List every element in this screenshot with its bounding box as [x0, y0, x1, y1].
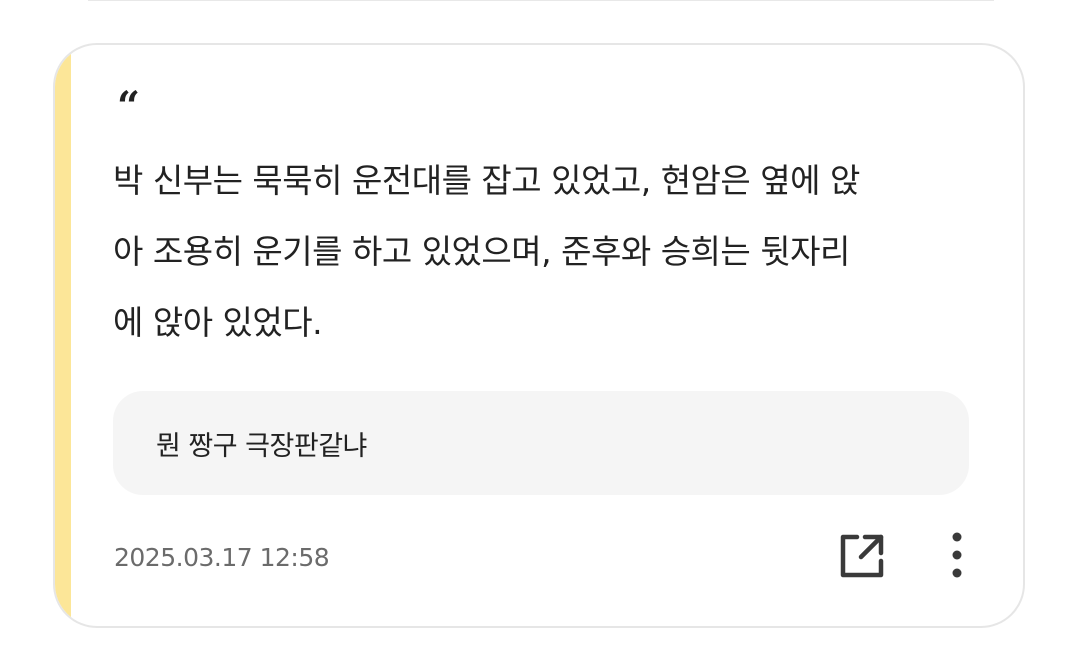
quote-text: 박 신부는 묵묵히 운전대를 잡고 있었고, 현암은 옆에 앉 아 조용히 운기… — [113, 145, 993, 358]
comment-box: 뭔 짱구 극장판같냐 — [113, 391, 969, 495]
more-button[interactable] — [937, 529, 977, 583]
more-vertical-icon — [952, 532, 962, 578]
quote-mark-icon: “ — [117, 83, 141, 130]
share-button[interactable] — [835, 529, 889, 583]
quote-line: 박 신부는 묵묵히 운전대를 잡고 있었고, 현암은 옆에 앉 — [113, 161, 860, 200]
quote-line: 아 조용히 운기를 하고 있었으며, 준후와 승희는 뒷자리 — [113, 232, 850, 271]
top-divider — [88, 0, 994, 1]
timestamp: 2025.03.17 12:58 — [114, 543, 330, 572]
comment-text: 뭔 짱구 극장판같냐 — [156, 430, 367, 462]
quote-line: 에 앉아 있었다. — [113, 303, 323, 342]
share-external-icon — [840, 534, 884, 578]
accent-bar — [55, 45, 71, 626]
quote-card[interactable]: “ 박 신부는 묵묵히 운전대를 잡고 있었고, 현암은 옆에 앉 아 조용히 … — [53, 43, 1025, 628]
